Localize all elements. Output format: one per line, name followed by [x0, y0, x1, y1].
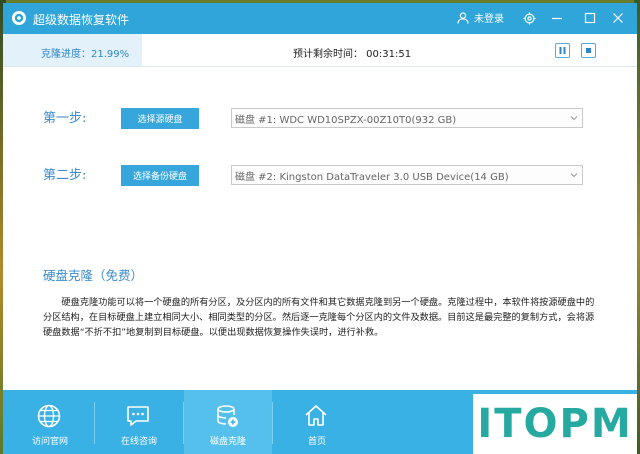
login-status[interactable]: 未登录	[457, 10, 504, 25]
globe-icon	[37, 404, 61, 428]
step-one-label: 第一步:	[43, 111, 87, 126]
chat-icon	[127, 406, 149, 426]
nav-home[interactable]: 首页	[273, 390, 361, 454]
chevron-down-icon	[570, 173, 578, 178]
nav-label: 在线咨询	[120, 437, 157, 447]
pause-icon	[559, 47, 566, 54]
gear-icon	[523, 12, 535, 24]
brand-watermark: ITOPM	[473, 394, 637, 454]
minimize-icon	[552, 17, 562, 20]
maximize-button[interactable]	[581, 9, 599, 27]
minimize-button[interactable]	[548, 9, 566, 27]
nav-label: 首页	[307, 437, 326, 447]
stop-icon	[586, 48, 591, 53]
nav-label: 访问官网	[31, 437, 68, 447]
disk-clone-icon	[217, 405, 238, 427]
login-label: 未登录	[474, 14, 504, 25]
step-two-label: 第二步:	[43, 168, 87, 183]
remaining-time: 预计剩余时间： 00:31:51	[293, 49, 412, 60]
nav-visit-website[interactable]: 访问官网	[6, 390, 94, 454]
select-source-disk-button[interactable]: 选择源硬盘	[121, 108, 199, 129]
nav-online-consult[interactable]: 在线咨询	[95, 390, 183, 454]
user-icon	[457, 11, 469, 24]
backup-disk-select[interactable]: 磁盘 #2: Kingston DataTraveler 3.0 USB Dev…	[231, 165, 583, 185]
nav-disk-clone[interactable]: 磁盘克隆	[184, 390, 272, 454]
home-icon	[305, 405, 327, 426]
section-description: 硬盘克隆功能可以将一个硬盘的所有分区，及分区内的所有文件和其它数据克隆到另一个硬…	[43, 297, 595, 338]
select-backup-disk-button[interactable]: 选择备份硬盘	[121, 165, 199, 186]
source-disk-select[interactable]: 磁盘 #1: WDC WD10SPZX-00Z10T0(932 GB)	[231, 108, 583, 128]
close-icon	[613, 13, 623, 23]
maximize-icon	[584, 12, 596, 24]
backup-disk-value: 磁盘 #2: Kingston DataTraveler 3.0 USB Dev…	[235, 171, 509, 183]
pause-button[interactable]	[555, 43, 570, 58]
settings-button[interactable]	[520, 9, 538, 27]
close-button[interactable]	[609, 9, 627, 27]
app-title: 超级数据恢复软件	[33, 13, 130, 27]
chevron-down-icon	[570, 116, 578, 121]
source-disk-value: 磁盘 #1: WDC WD10SPZX-00Z10T0(932 GB)	[235, 114, 457, 126]
app-logo-icon	[12, 11, 26, 25]
nav-label: 磁盘克隆	[209, 437, 246, 447]
clone-progress-bar: 克隆进度：21.99% 预计剩余时间： 00:31:51	[3, 34, 637, 67]
title-bar: 超级数据恢复软件 未登录	[3, 3, 637, 34]
app-window: 超级数据恢复软件 未登录 克隆进度：21.99% 预计剩余时间： 00:31:5…	[3, 3, 637, 454]
stop-button[interactable]	[581, 43, 596, 58]
main-panel: 第一步: 选择源硬盘 磁盘 #1: WDC WD10SPZX-00Z10T0(9…	[3, 67, 637, 387]
progress-label: 克隆进度：21.99%	[41, 49, 130, 60]
section-title: 硬盘克隆（免费）	[43, 268, 144, 283]
